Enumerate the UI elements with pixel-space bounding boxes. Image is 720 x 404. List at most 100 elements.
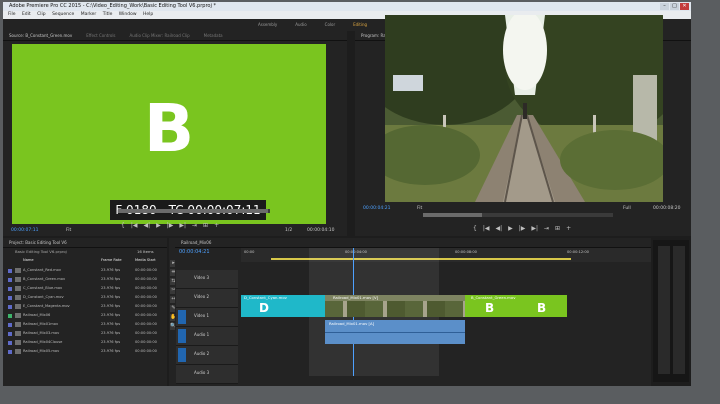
source-transport: { |◀ ◀| ▶ |▶ ▶| ⇥ ⊞ + [121,222,219,229]
list-item[interactable]: Railroad_Mix03.mov 23.976 fps 00:00:00:00 [7,329,165,338]
timeline-timecode[interactable]: 00:00:04:21 [179,249,210,255]
tab-metadata[interactable]: Metadata [204,31,223,40]
clip-icon [15,277,21,282]
frame-letter: B [143,90,195,167]
col-frame-rate[interactable]: Frame Rate [101,256,122,265]
prog-go-to-out-button[interactable]: ▶| [531,225,538,232]
source-scrub-bar[interactable] [118,209,270,213]
prog-mark-in-button[interactable]: { [473,225,477,232]
list-item[interactable]: Railroad_Mix04Clouse 23.976 fps 00:00:00:0… [7,338,165,347]
clip-railroad-audio[interactable]: Railroad_Mix01.mov [A] [325,320,465,344]
workspace-audio[interactable]: Audio [295,19,306,31]
track-target-toggle[interactable] [178,310,186,324]
clip-icon [15,286,21,291]
clip-railroad-video[interactable]: Railroad_Mix01.mov [V] [325,295,465,317]
prog-add-button[interactable]: + [566,225,571,232]
item-start: 00:00:00:00 [135,286,157,290]
track-target-toggle[interactable] [178,329,186,343]
track-header-a1[interactable]: Audio 1 [176,327,238,346]
project-search-input[interactable]: Basic Editing Tool V6.prproj [15,249,67,254]
track-name: Audio 1 [194,332,210,337]
menu-marker[interactable]: Marker [81,12,97,17]
time-ruler[interactable]: 00:00 00:00:04:00 00:00:08:00 00:00:12:0… [241,248,651,262]
menu-clip[interactable]: Clip [37,12,46,17]
workspace-color[interactable]: Color [325,19,335,31]
list-item[interactable]: C_Constant_Blue.mov 23.976 fps 00:00:00:00 [7,284,165,293]
go-to-in-button[interactable]: |◀ [131,222,138,229]
list-item[interactable]: E_Constant_Magenta.mov 23.976 fps 00:00:00… [7,302,165,311]
add-button[interactable]: + [214,222,219,229]
timeline-tab: Railroad_Mix06 [175,238,651,248]
minimize-button[interactable]: – [660,3,669,10]
menu-help[interactable]: Help [143,12,153,17]
item-name: B_Constant_Green.mov [23,277,66,281]
workspace-editing[interactable]: Editing [353,19,367,31]
menu-window[interactable]: Window [119,12,137,17]
clip-cyan[interactable]: D_Constant_Cyan.mov D [241,295,325,317]
close-button[interactable]: ✕ [680,3,689,10]
track-header-v1[interactable]: Video 1 [176,308,238,327]
sequence-tab[interactable]: Railroad_Mix06 [181,238,211,247]
project-title[interactable]: Project: Basic Editing Tool V6 [9,238,67,247]
menu-file[interactable]: File [8,12,16,17]
tab-source[interactable]: Source: B_Constant_Green.mov [9,31,72,40]
source-zoom-select[interactable]: Fit [66,228,71,233]
list-item[interactable]: B_Constant_Green.mov 23.976 fps 00:00:00:0… [7,275,165,284]
clip-thumb-letter: D [259,301,269,315]
tab-audio-clip-mixer[interactable]: Audio Clip Mixer: Railroad Clip [130,31,190,40]
col-name[interactable]: Name [23,256,34,265]
label-color [8,305,12,309]
window-title: Adobe Premiere Pro CC 2015 - C:\Video_Ed… [9,3,216,9]
track-header-a3[interactable]: Audio 3 [176,365,238,384]
track-header-v3[interactable]: Video 3 [176,270,238,289]
col-media-start[interactable]: Media Start [135,256,156,265]
prog-step-forward-button[interactable]: |▶ [519,225,526,232]
list-item[interactable]: Railroad_Mix06 23.976 fps 00:00:00:00 [7,311,165,320]
workspace-assembly[interactable]: Assembly [258,19,277,31]
play-button[interactable]: ▶ [156,222,161,229]
step-forward-button[interactable]: |▶ [167,222,174,229]
item-name: Railroad_Mix06 [23,313,51,317]
track-header-v2[interactable]: Video 2 [176,289,238,308]
label-color [8,269,12,273]
prog-export-frame-button[interactable]: ⊞ [555,225,560,232]
item-rate: 23.976 fps [101,304,121,308]
source-resolution-select[interactable]: 1/2 [285,228,292,233]
railroad-scene [385,15,663,202]
mark-in-button[interactable]: { [121,222,125,229]
item-rate: 23.976 fps [101,331,121,335]
insert-button[interactable]: ⇥ [192,222,197,229]
prog-lift-button[interactable]: ⇥ [544,225,549,232]
prog-step-back-button[interactable]: ◀| [495,225,502,232]
go-to-out-button[interactable]: ▶| [179,222,186,229]
item-name: A_Constant_Red.mov [23,268,62,272]
list-item[interactable]: Railroad_Mix01mov 23.976 fps 00:00:00:00 [7,320,165,329]
menu-title[interactable]: Title [103,12,113,17]
program-resolution-select[interactable]: Full [623,206,631,211]
prog-go-to-in-button[interactable]: |◀ [483,225,490,232]
audio-meter [653,240,689,382]
track-target-toggle[interactable] [178,348,186,362]
step-back-button[interactable]: ◀| [143,222,150,229]
list-item[interactable]: D_Constant_Cyan.mov 23.976 fps 00:00:00:00 [7,293,165,302]
menu-sequence[interactable]: Sequence [52,12,74,17]
program-scrub-bar[interactable] [423,213,613,217]
program-zoom-select[interactable]: Fit [417,206,422,211]
source-timecode[interactable]: 00:00:07:11 [11,228,38,233]
menu-edit[interactable]: Edit [22,12,31,17]
list-item[interactable]: A_Constant_Red.mov 23.976 fps 00:00:00:00 [7,266,165,275]
item-name: Railroad_Mix05.mov [23,349,60,353]
export-frame-button[interactable]: ⊞ [203,222,208,229]
item-name: Railroad_Mix01mov [23,322,59,326]
track-header-a2[interactable]: Audio 2 [176,346,238,365]
prog-play-button[interactable]: ▶ [508,225,513,232]
list-item[interactable]: Railroad_Mix05.mov 23.976 fps 00:00:00:00 [7,347,165,356]
item-rate: 23.976 fps [101,340,121,344]
tab-effect-controls[interactable]: Effect Controls [86,31,115,40]
clip-thumb-letter: B [485,301,495,315]
clip-green[interactable]: B_Constant_Green.mov B B [465,295,567,317]
program-timecode[interactable]: 00:00:04:21 [363,206,390,211]
item-rate: 23.976 fps [101,349,121,353]
maximize-button[interactable]: □ [670,3,679,10]
clip-icon [15,304,21,309]
